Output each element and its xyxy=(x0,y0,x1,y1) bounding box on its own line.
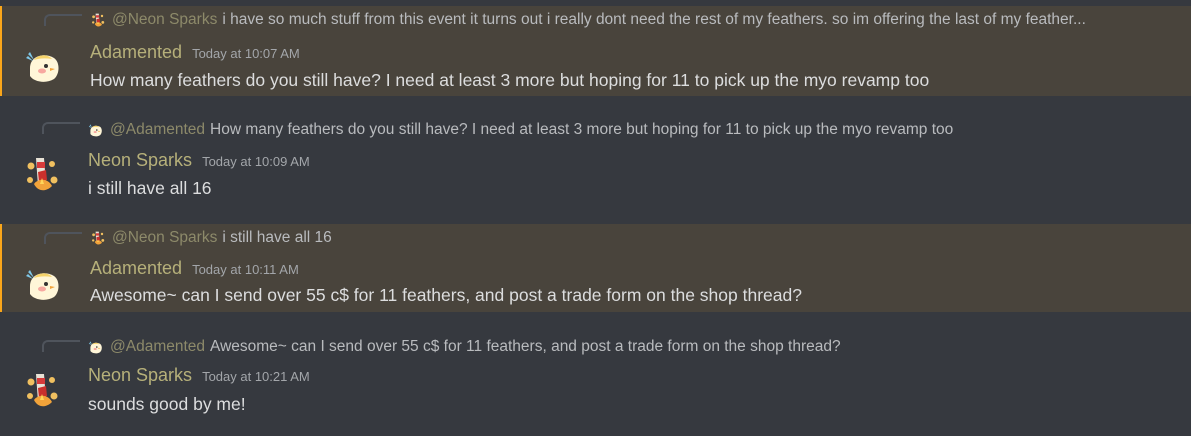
message-header: Adamented Today at 10:07 AM xyxy=(90,42,300,63)
message-header: Neon Sparks Today at 10:09 AM xyxy=(88,150,310,171)
avatar[interactable] xyxy=(24,264,64,304)
message[interactable]: @Adamented How many feathers do you stil… xyxy=(0,114,1191,204)
message-header: Adamented Today at 10:11 AM xyxy=(90,258,299,279)
timestamp: Today at 10:11 AM xyxy=(192,262,299,277)
reply-avatar-icon xyxy=(88,122,104,138)
message-text: i still have all 16 xyxy=(88,178,212,198)
timestamp: Today at 10:21 AM xyxy=(202,369,310,384)
timestamp: Today at 10:07 AM xyxy=(192,46,300,61)
avatar[interactable] xyxy=(22,154,62,194)
author-name[interactable]: Adamented xyxy=(90,258,182,279)
author-name[interactable]: Neon Sparks xyxy=(88,150,192,171)
reply-text: How many feathers do you still have? I n… xyxy=(210,121,954,138)
reply-author[interactable]: @Neon Sparks xyxy=(112,229,217,247)
reply-text: i still have all 16 xyxy=(222,229,332,246)
reply-avatar-icon xyxy=(88,339,104,355)
reply-author[interactable]: @Adamented xyxy=(110,338,205,356)
reply-connector xyxy=(42,340,80,352)
message[interactable]: @Neon Sparks i still have all 16 Adament… xyxy=(0,224,1191,312)
message-text: sounds good by me! xyxy=(88,394,246,414)
reply-avatar-icon xyxy=(90,12,106,28)
avatar[interactable] xyxy=(24,46,64,86)
reply-text: i have so much stuff from this event it … xyxy=(222,11,1086,28)
message[interactable]: @Neon Sparks i have so much stuff from t… xyxy=(0,6,1191,96)
reply-preview[interactable]: @Neon Sparks i have so much stuff from t… xyxy=(90,10,1180,30)
author-name[interactable]: Adamented xyxy=(90,42,182,63)
message-text: Awesome~ can I send over 55 c$ for 11 fe… xyxy=(90,285,802,305)
timestamp: Today at 10:09 AM xyxy=(202,154,310,169)
reply-author[interactable]: @Neon Sparks xyxy=(112,11,217,29)
reply-preview[interactable]: @Adamented How many feathers do you stil… xyxy=(88,120,1178,140)
message[interactable]: @Adamented Awesome~ can I send over 55 c… xyxy=(0,330,1191,430)
reply-avatar-icon xyxy=(90,230,106,246)
avatar[interactable] xyxy=(22,370,62,410)
reply-preview[interactable]: @Neon Sparks i still have all 16 xyxy=(90,228,1180,248)
reply-connector xyxy=(44,14,82,26)
reply-connector xyxy=(42,122,80,134)
message-text: How many feathers do you still have? I n… xyxy=(90,70,930,90)
author-name[interactable]: Neon Sparks xyxy=(88,365,192,386)
message-header: Neon Sparks Today at 10:21 AM xyxy=(88,365,310,386)
reply-preview[interactable]: @Adamented Awesome~ can I send over 55 c… xyxy=(88,337,1178,357)
reply-author[interactable]: @Adamented xyxy=(110,121,205,139)
reply-text: Awesome~ can I send over 55 c$ for 11 fe… xyxy=(210,338,841,355)
reply-connector xyxy=(44,232,82,244)
